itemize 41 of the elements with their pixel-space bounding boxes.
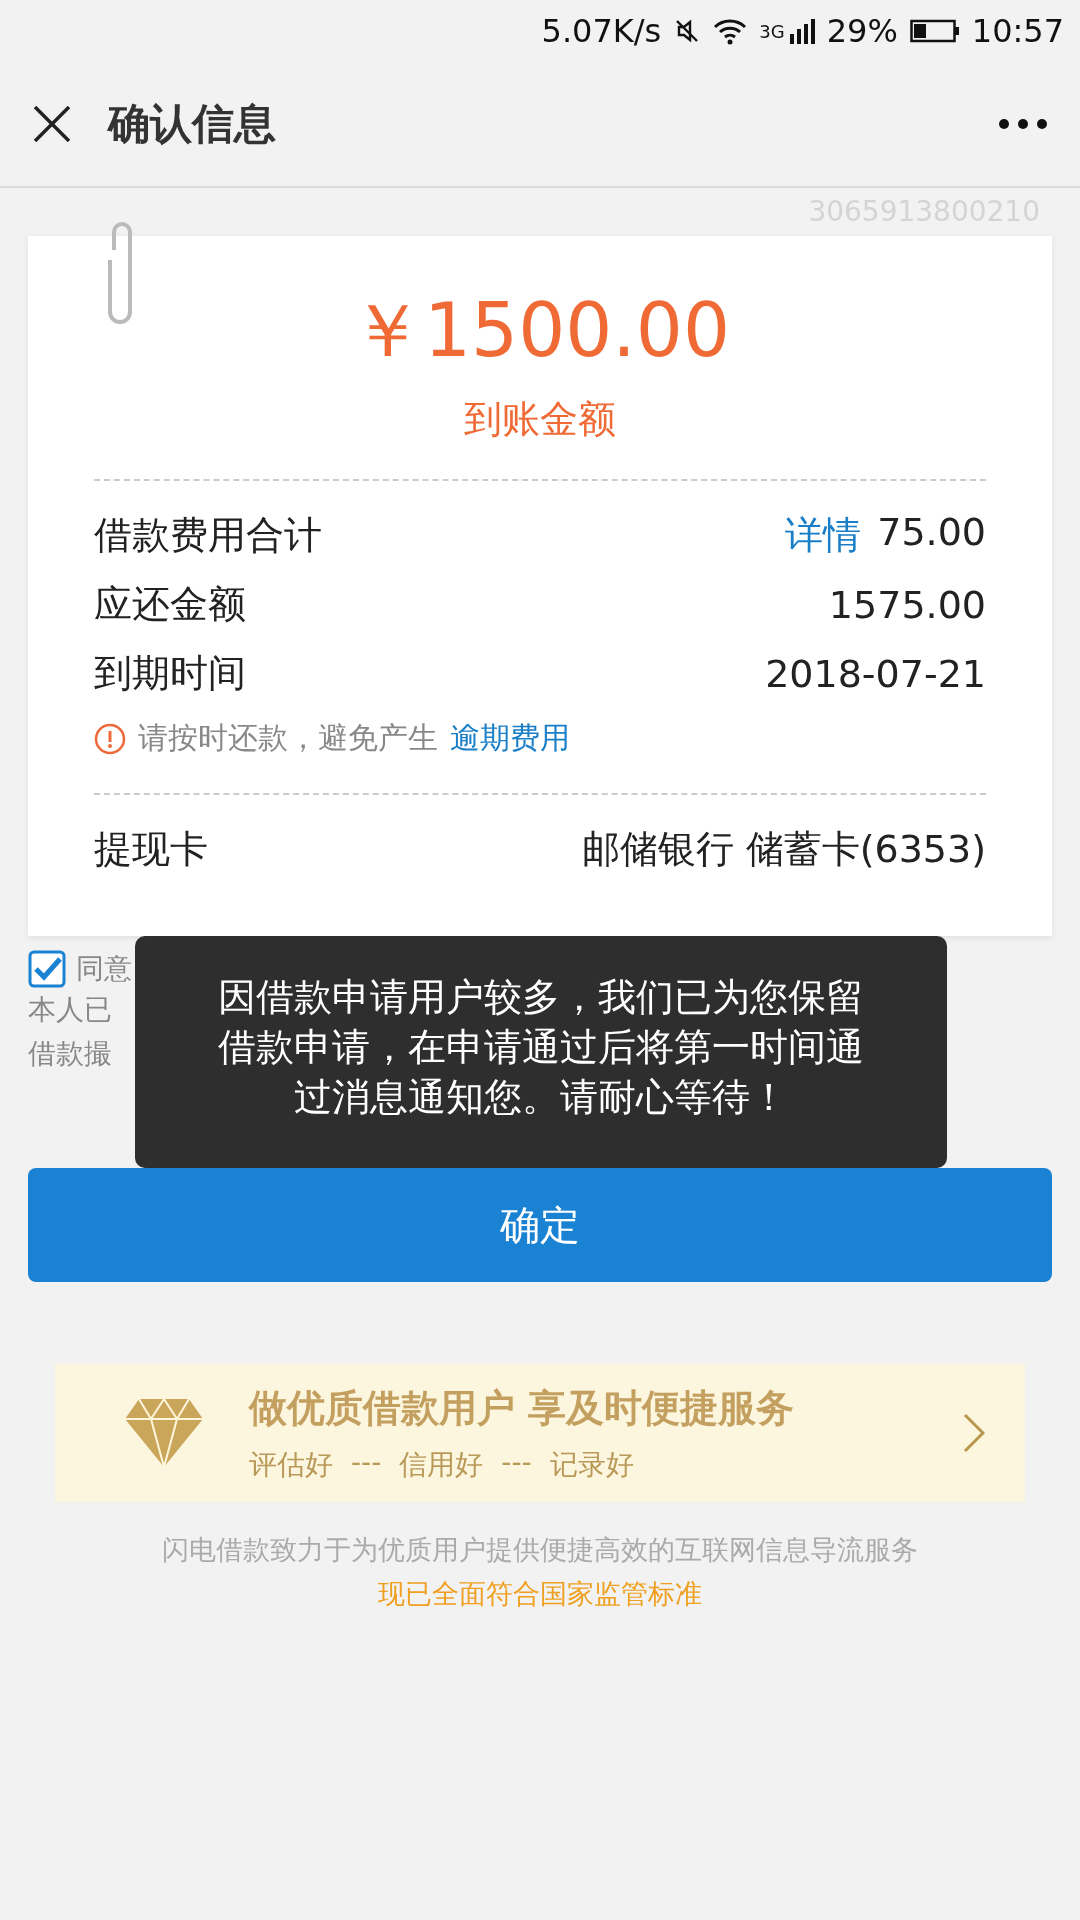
promo-title: 做优质借款用户 享及时便捷服务 (249, 1384, 796, 1432)
amount-value: ￥1500.00 (349, 286, 731, 375)
toast-message: 因借款申请用户较多，我们已为您保留借款申请，在申请通过后将第一时间通过消息通知您。请耐心等待！ (135, 936, 947, 1168)
network-speed: 5.07K/s (541, 12, 662, 50)
promo-tag: 信用好 (399, 1445, 484, 1484)
page-title: 确认信息 (108, 98, 277, 150)
diamond-icon (123, 1397, 205, 1469)
fee-label: 应还金额 (94, 581, 246, 628)
fee-label: 到期时间 (94, 650, 246, 697)
agree-label: 同意 (76, 951, 132, 987)
details-link[interactable]: 详情 (785, 510, 862, 561)
compliance-text: 现已全面符合国家监管标准 (377, 1577, 703, 1611)
amount-label: 到账金额 (463, 396, 617, 443)
confirm-button[interactable]: 确定 (28, 1168, 1052, 1282)
agreement-text: 借款撮 (28, 1036, 112, 1072)
clock: 10:57 (971, 12, 1064, 50)
signal-icon (788, 18, 815, 44)
agreement-text: 本人已 (28, 992, 112, 1028)
chevron-icon (963, 1413, 985, 1453)
promo-tag: --- (351, 1445, 382, 1484)
fee-label: 借款费用合计 (94, 512, 322, 559)
wifi-icon (713, 17, 748, 45)
card-label: 提现卡 (94, 826, 208, 873)
promo-tag: --- (501, 1445, 532, 1484)
promo-tag: 记录好 (549, 1445, 634, 1484)
fee-value: 75.00 (877, 510, 986, 556)
overdue-fee-link[interactable]: 逾期费用 (450, 718, 570, 759)
more-icon[interactable] (998, 118, 1048, 130)
battery-icon (909, 18, 960, 44)
fee-value: 1575.00 (828, 582, 986, 627)
promo-tag: 评估好 (249, 1445, 333, 1484)
fee-value: 2018-07-21 (765, 651, 986, 696)
notice-text: 请按时还款，避免产生 (138, 719, 438, 757)
warning-icon (94, 722, 126, 755)
card-value: 邮储银行 储蓄卡(6353) (581, 826, 986, 873)
close-icon[interactable] (32, 104, 72, 144)
battery-percent: 29% (826, 12, 898, 50)
footer-text: 闪电借款致力于为优质用户提供便捷高效的互联网信息导流服务 (161, 1533, 919, 1567)
network-type: 3G (759, 20, 785, 42)
checkbox[interactable] (28, 950, 66, 988)
promo-banner[interactable]: 做优质借款用户 享及时便捷服务 评估好 --- 信用好 --- 记录好 (55, 1364, 1025, 1502)
